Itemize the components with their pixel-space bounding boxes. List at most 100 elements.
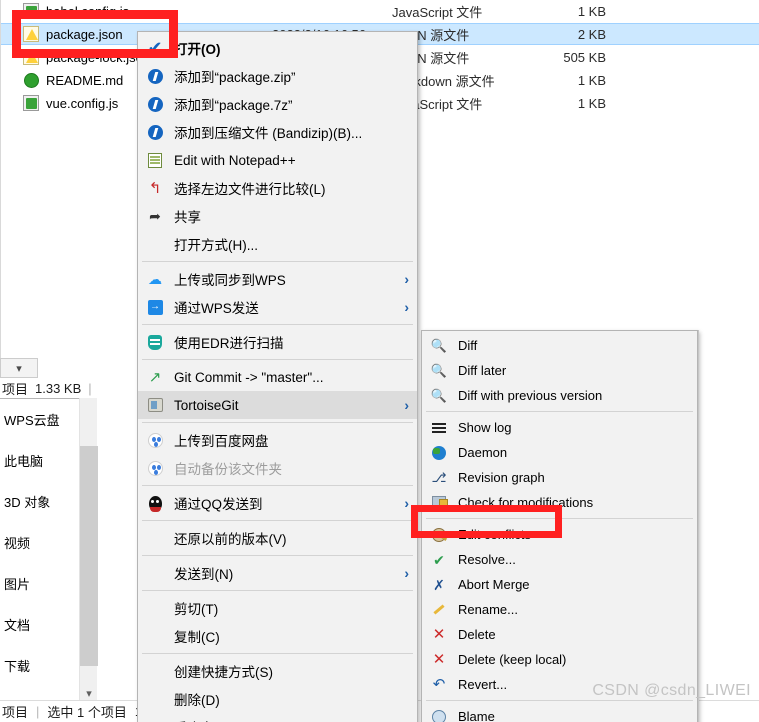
menu-item-label: Daemon bbox=[458, 445, 508, 460]
menu-item-label: Diff bbox=[458, 338, 478, 353]
menu-item-label: Diff later bbox=[458, 363, 507, 378]
menu-item-no-icon bbox=[146, 627, 164, 645]
menu-item[interactable]: Show log bbox=[422, 415, 697, 440]
bandizip-icon-glyph bbox=[147, 124, 163, 140]
menu-item-label: Revision graph bbox=[458, 470, 545, 485]
git-commit-icon: ↗ bbox=[146, 368, 164, 386]
submenu-chevron-icon: › bbox=[404, 299, 409, 315]
menu-separator bbox=[142, 653, 413, 654]
menu-item[interactable]: ✔ 打开(O) bbox=[138, 34, 417, 62]
menu-item-label: 通过WPS发送 bbox=[174, 301, 259, 316]
file-row[interactable]: babel.config.js JavaScript 文件 1 KB bbox=[1, 0, 759, 22]
menu-item[interactable]: 还原以前的版本(V) bbox=[138, 524, 417, 552]
menu-item[interactable]: ✗ Abort Merge bbox=[422, 572, 697, 597]
wps-send-icon: → bbox=[146, 298, 164, 316]
nav-item-label: 下载 bbox=[4, 659, 31, 674]
menu-item[interactable]: 添加到压缩文件 (Bandizip)(B)... bbox=[138, 118, 417, 146]
menu-item[interactable]: Edit with Notepad++ bbox=[138, 146, 417, 174]
qq-icon-glyph bbox=[148, 495, 162, 512]
check-modifications-icon-glyph bbox=[432, 496, 448, 510]
menu-item[interactable]: 创建快捷方式(S) bbox=[138, 657, 417, 685]
navigation-scrollbar[interactable]: ▾ bbox=[79, 398, 98, 703]
edit-conflicts-icon-glyph bbox=[432, 527, 446, 542]
menu-item[interactable]: 🔍 Diff with previous version bbox=[422, 383, 697, 408]
submenu-chevron-icon: › bbox=[404, 565, 409, 581]
menu-item[interactable]: 🔍 Diff later bbox=[422, 358, 697, 383]
nav-item-label: 3D 对象 bbox=[4, 495, 51, 510]
menu-item[interactable]: Edit conflicts bbox=[422, 522, 697, 547]
menu-item[interactable]: ➦ 共享 bbox=[138, 202, 417, 230]
menu-item-label: 添加到“package.7z” bbox=[174, 98, 293, 113]
menu-item[interactable]: 复制(C) bbox=[138, 622, 417, 650]
menu-item[interactable]: ⎇ Revision graph bbox=[422, 465, 697, 490]
show-log-icon bbox=[430, 419, 448, 437]
menu-item[interactable]: 重命名(M) bbox=[138, 713, 417, 722]
submenu-chevron-icon: › bbox=[404, 495, 409, 511]
address-dropdown-chevron-icon[interactable]: ▾ bbox=[0, 358, 38, 378]
menu-item[interactable]: 通过QQ发送到 › bbox=[138, 489, 417, 517]
menu-item: 自动备份该文件夹 bbox=[138, 454, 417, 482]
submenu-chevron-icon: › bbox=[404, 271, 409, 287]
menu-item[interactable]: ↰ 选择左边文件进行比较(L) bbox=[138, 174, 417, 202]
show-log-icon-glyph bbox=[432, 422, 446, 434]
file-type: JavaScript 文件 bbox=[392, 4, 483, 20]
menu-separator bbox=[426, 518, 693, 519]
menu-item[interactable]: 添加到“package.7z” bbox=[138, 90, 417, 118]
menu-item-label: Resolve... bbox=[458, 552, 516, 567]
menu-item[interactable]: ↗ Git Commit -> "master"... bbox=[138, 363, 417, 391]
bandizip-icon-glyph bbox=[147, 68, 163, 84]
file-size: 505 KB bbox=[563, 49, 606, 65]
baidu-netdisk-icon bbox=[146, 459, 164, 477]
file-size: 1 KB bbox=[577, 3, 606, 19]
menu-item-no-icon bbox=[146, 235, 164, 253]
menu-item[interactable]: 删除(D) bbox=[138, 685, 417, 713]
menu-item[interactable]: 打开方式(H)... bbox=[138, 230, 417, 258]
git-commit-icon-glyph: ↗ bbox=[148, 368, 162, 386]
scrollbar-thumb[interactable] bbox=[80, 446, 98, 666]
menu-item[interactable]: → 通过WPS发送 › bbox=[138, 293, 417, 321]
menu-item[interactable]: Blame bbox=[422, 704, 697, 722]
menu-item[interactable]: 发送到(N) › bbox=[138, 559, 417, 587]
menu-item[interactable]: Rename... bbox=[422, 597, 697, 622]
json-warning-icon bbox=[23, 26, 39, 42]
menu-item[interactable]: 上传到百度网盘 bbox=[138, 426, 417, 454]
menu-item[interactable]: Daemon bbox=[422, 440, 697, 465]
menu-item[interactable]: ☁ 上传或同步到WPS › bbox=[138, 265, 417, 293]
menu-item[interactable]: 使用EDR进行扫描 bbox=[138, 328, 417, 356]
menu-item-label: Abort Merge bbox=[458, 577, 530, 592]
file-size: 1 KB bbox=[577, 72, 606, 88]
menu-item[interactable]: TortoiseGit › bbox=[138, 391, 417, 419]
menu-item[interactable]: ✔ Resolve... bbox=[422, 547, 697, 572]
file-size: 1 KB bbox=[577, 95, 606, 111]
wps-cloud-icon-glyph: ☁ bbox=[148, 271, 162, 287]
nav-item-label: 视频 bbox=[4, 536, 31, 551]
nav-item-label: WPS云盘 bbox=[4, 413, 60, 428]
resolve-icon-glyph: ✔ bbox=[433, 551, 445, 568]
explorer-window: babel.config.js JavaScript 文件 1 KB package.… bbox=[0, 0, 759, 722]
menu-item[interactable]: Check for modifications bbox=[422, 490, 697, 515]
menu-item-label: 选择左边文件进行比较(L) bbox=[174, 182, 326, 197]
tortoisegit-icon-glyph bbox=[147, 398, 163, 412]
menu-item[interactable]: 剪切(T) bbox=[138, 594, 417, 622]
file-size: 2 KB bbox=[577, 26, 606, 42]
bandizip-icon bbox=[146, 67, 164, 85]
abort-merge-icon: ✗ bbox=[430, 576, 448, 594]
menu-item-label: 打开(O) bbox=[174, 42, 221, 57]
menu-item[interactable]: 添加到“package.zip” bbox=[138, 62, 417, 90]
menu-item[interactable]: ✕ Delete (keep local) bbox=[422, 647, 697, 672]
file-name: babel.config.js bbox=[46, 3, 130, 19]
menu-item[interactable]: ✕ Delete bbox=[422, 622, 697, 647]
menu-item[interactable]: 🔍 Diff bbox=[422, 333, 697, 358]
nav-item-label: 此电脑 bbox=[4, 454, 44, 469]
delete-x-icon: ✕ bbox=[430, 651, 448, 669]
menu-separator bbox=[142, 590, 413, 591]
menu-separator bbox=[142, 520, 413, 521]
context-menu[interactable]: ✔ 打开(O) 添加到“package.zip” 添加到“package.7z” 添加到… bbox=[137, 31, 418, 722]
delete-x-icon: ✕ bbox=[430, 626, 448, 644]
tortoisegit-submenu[interactable]: 🔍 Diff 🔍 Diff later 🔍 Diff with previous vers… bbox=[421, 330, 698, 722]
revision-graph-icon-glyph: ⎇ bbox=[431, 470, 447, 485]
daemon-globe-icon-glyph bbox=[432, 445, 446, 460]
diff-magnifier-icon: 🔍 bbox=[430, 337, 448, 355]
baidu-netdisk-icon-glyph bbox=[147, 432, 163, 448]
menu-separator bbox=[142, 485, 413, 486]
